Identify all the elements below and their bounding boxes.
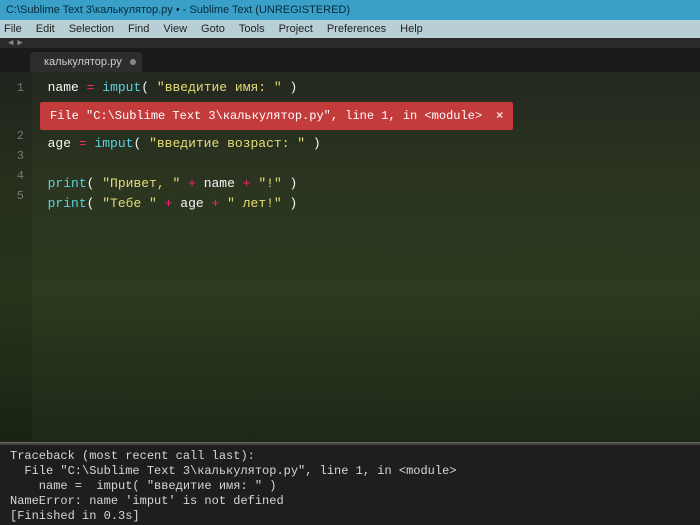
code-area[interactable]: name = imput( "введитие имя: " ) File "C… (32, 72, 700, 442)
menu-edit[interactable]: Edit (36, 23, 55, 35)
menu-find[interactable]: Find (128, 23, 149, 35)
nav-back-icon[interactable]: ◀ (8, 38, 13, 48)
menu-view[interactable]: View (163, 23, 187, 35)
inline-error-popup: File "C:\Sublime Text 3\калькулятор.py",… (40, 102, 513, 130)
line-number: 2 (0, 126, 24, 146)
token-operator: = (87, 80, 95, 95)
code-line-3 (32, 154, 700, 174)
token-operator: + (165, 196, 173, 211)
token-string: "Тебе " (102, 196, 157, 211)
token-variable: age (180, 196, 203, 211)
token-paren: ) (305, 136, 321, 151)
menu-project[interactable]: Project (279, 23, 313, 35)
token-string: "!" (258, 176, 281, 191)
token-variable: name (204, 176, 235, 191)
line-number: 4 (0, 166, 24, 186)
code-line-4: print( "Привет, " + name + "!" ) (32, 174, 700, 194)
menu-goto[interactable]: Goto (201, 23, 225, 35)
menu-bar: File Edit Selection Find View Goto Tools… (0, 20, 700, 38)
console-line: File "C:\Sublime Text 3\калькулятор.py",… (10, 464, 456, 478)
token-function: print (48, 196, 87, 211)
menu-selection[interactable]: Selection (69, 23, 114, 35)
tab-file[interactable]: калькулятор.py (30, 52, 142, 72)
window-title: C:\Sublime Text 3\калькулятор.py • - Sub… (6, 4, 350, 16)
token-string: "введитие имя: " (157, 80, 282, 95)
token-variable: name (48, 80, 79, 95)
editor: 1 2 3 4 5 name = imput( "введитие имя: "… (0, 72, 700, 442)
token-operator: + (243, 176, 251, 191)
token-operator: + (212, 196, 220, 211)
menu-help[interactable]: Help (400, 23, 423, 35)
line-number: 3 (0, 146, 24, 166)
console-line: [Finished in 0.3s] (10, 509, 140, 523)
token-string: "введитие возраст: " (149, 136, 305, 151)
build-output-panel[interactable]: Traceback (most recent call last): File … (0, 445, 700, 525)
token-paren: ) (282, 196, 298, 211)
token-paren: ) (282, 80, 298, 95)
console-line: NameError: name 'imput' is not defined (10, 494, 284, 508)
menu-preferences[interactable]: Preferences (327, 23, 386, 35)
token-paren: ( (133, 136, 149, 151)
line-gutter: 1 2 3 4 5 (0, 72, 32, 442)
tab-dirty-icon (130, 59, 136, 65)
code-line-5: print( "Тебе " + age + " лет!" ) (32, 194, 700, 214)
line-number: 1 (0, 78, 24, 98)
token-function: print (48, 176, 87, 191)
gutter-spacer (0, 98, 24, 126)
code-line-1: name = imput( "введитие имя: " ) (32, 78, 700, 98)
token-function: imput (94, 136, 133, 151)
console-line: Traceback (most recent call last): (10, 449, 255, 463)
token-paren: ( (87, 176, 103, 191)
nav-forward-icon[interactable]: ▶ (17, 38, 22, 48)
token-string: "Привет, " (102, 176, 180, 191)
code-line-2: age = imput( "введитие возраст: " ) (32, 134, 700, 154)
tab-label: калькулятор.py (44, 56, 122, 68)
token-string: " лет!" (227, 196, 282, 211)
menu-tools[interactable]: Tools (239, 23, 265, 35)
console-line: name = imput( "введитие имя: " ) (10, 479, 276, 493)
token-function: imput (102, 80, 141, 95)
close-icon[interactable]: × (496, 106, 503, 126)
line-number: 5 (0, 186, 24, 206)
tab-bar: калькулятор.py (0, 48, 700, 72)
nav-row: ◀ ▶ (0, 38, 700, 48)
menu-file[interactable]: File (4, 23, 22, 35)
token-paren: ) (282, 176, 298, 191)
window-title-bar: C:\Sublime Text 3\калькулятор.py • - Sub… (0, 0, 700, 20)
token-paren: ( (87, 196, 103, 211)
token-operator: + (188, 176, 196, 191)
token-variable: age (48, 136, 71, 151)
error-text: File "C:\Sublime Text 3\калькулятор.py",… (50, 106, 482, 126)
token-paren: ( (141, 80, 157, 95)
token-operator: = (79, 136, 87, 151)
